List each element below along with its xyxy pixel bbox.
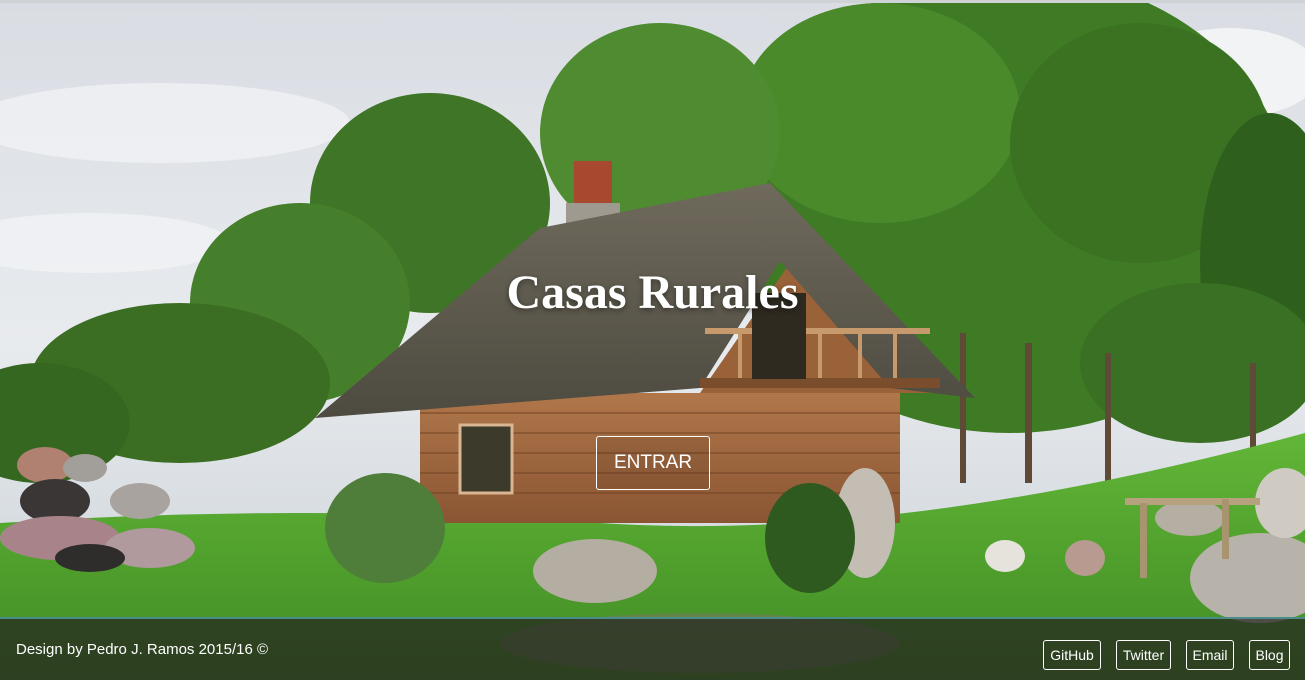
footer: Design by Pedro J. Ramos 2015/16 © GitHu… [0,617,1305,680]
page-title: Casas Rurales [506,266,799,319]
hero-background-photo [0,3,1305,680]
enter-button[interactable]: ENTRAR [596,436,710,490]
github-link[interactable]: GitHub [1043,640,1101,670]
email-link[interactable]: Email [1186,640,1234,670]
twitter-link[interactable]: Twitter [1116,640,1171,670]
footer-credit: Design by Pedro J. Ramos 2015/16 © [16,641,269,658]
blog-link[interactable]: Blog [1249,640,1290,670]
hero-section: Casas Rurales ENTRAR Design by Pedro J. … [0,0,1305,680]
